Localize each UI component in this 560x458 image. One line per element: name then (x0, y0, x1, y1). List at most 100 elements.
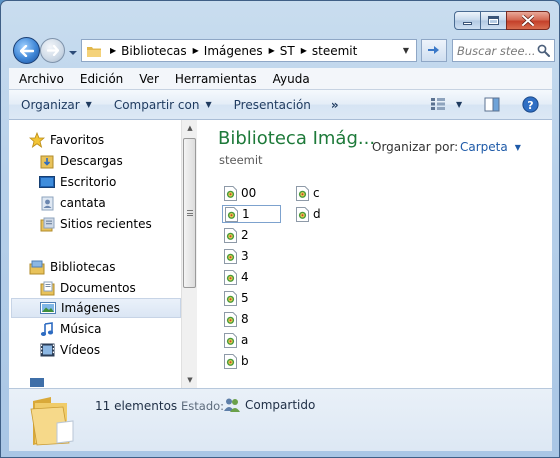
image-file-icon (224, 290, 237, 306)
image-file-icon (225, 206, 238, 222)
content-area: Favoritos Descargas Escritorio cantata S… (9, 120, 552, 388)
more-commands-button[interactable]: » (331, 98, 339, 112)
star-icon (29, 132, 45, 148)
close-button[interactable] (506, 11, 550, 30)
grip-icon (186, 210, 193, 216)
arrange-by-label: Organizar por: (372, 140, 459, 154)
file-item[interactable]: 2 (224, 226, 249, 244)
scroll-thumb[interactable] (183, 138, 196, 288)
sidebar-item-label: Descargas (60, 154, 123, 168)
navigation-pane: Favoritos Descargas Escritorio cantata S… (9, 120, 197, 388)
breadcrumb-imagenes[interactable]: Imágenes (204, 40, 263, 61)
menu-bar: Archivo Edición Ver Herramientas Ayuda (9, 68, 552, 90)
downloads-folder-icon (39, 153, 55, 169)
sidebar-item-favoritos[interactable]: Favoritos (29, 130, 201, 150)
file-item[interactable]: d (296, 205, 321, 223)
sidebar-item-label: Vídeos (60, 343, 101, 357)
file-item[interactable]: 1 (222, 205, 281, 223)
breadcrumb-st[interactable]: ST (280, 40, 295, 61)
recent-pages-button[interactable] (68, 46, 78, 56)
sidebar-item-partial[interactable] (29, 378, 201, 388)
change-view-button[interactable]: ▼ (430, 97, 462, 111)
scroll-down-arrow-icon[interactable]: ▼ (182, 372, 198, 388)
item-count: 11 elementos (95, 399, 178, 413)
breadcrumb-separator-icon: ▶ (110, 46, 117, 55)
chevron-down-icon: ▼ (456, 99, 463, 109)
file-item[interactable]: a (224, 331, 248, 349)
file-item[interactable]: 4 (224, 268, 249, 286)
file-item[interactable]: c (296, 184, 320, 202)
recent-places-icon (39, 216, 55, 232)
back-arrow-icon (19, 44, 34, 57)
documents-icon (39, 280, 55, 296)
file-name: 1 (242, 207, 250, 221)
svg-text:?: ? (527, 99, 533, 112)
search-input[interactable]: Buscar stee... (457, 44, 536, 58)
refresh-button[interactable] (421, 39, 447, 62)
menu-archivo[interactable]: Archivo (13, 72, 70, 86)
back-button[interactable] (13, 37, 40, 64)
scroll-up-arrow-icon[interactable]: ▲ (182, 120, 198, 136)
desktop-icon (39, 174, 55, 190)
file-list-pane: Biblioteca Imág... steemit Organizar por… (198, 120, 552, 388)
user-folder-icon (39, 195, 55, 211)
explorer-window: ▶ Bibliotecas ▶ Imágenes ▶ ST ▶ steemit … (0, 0, 560, 458)
maximize-icon (488, 16, 499, 25)
share-with-button[interactable]: Compartir con ▼ (114, 98, 212, 112)
arrange-by-dropdown[interactable]: Carpeta ▼ (460, 140, 521, 154)
maximize-button[interactable] (480, 11, 506, 30)
navigation-bar: ▶ Bibliotecas ▶ Imágenes ▶ ST ▶ steemit … (9, 37, 555, 65)
sidebar-item-imagenes[interactable]: Imágenes (11, 298, 181, 318)
music-icon (39, 321, 55, 337)
image-file-icon (224, 311, 237, 327)
close-icon (522, 15, 534, 26)
slideshow-button[interactable]: Presentación (234, 98, 311, 112)
image-file-icon (224, 353, 237, 369)
forward-button[interactable] (40, 38, 65, 63)
minimize-button[interactable] (454, 11, 480, 30)
search-box[interactable]: Buscar stee... (452, 39, 555, 62)
organize-button[interactable]: Organizar ▼ (21, 98, 92, 112)
file-name: c (313, 186, 320, 200)
sidebar-item-label: Sitios recientes (60, 217, 152, 231)
breadcrumb-separator-icon[interactable]: ▶ (193, 46, 199, 55)
state-value: Compartido (223, 397, 315, 413)
image-file-icon (224, 269, 237, 285)
file-item[interactable]: b (224, 352, 249, 370)
file-name: 3 (241, 249, 249, 263)
address-bar[interactable]: ▶ Bibliotecas ▶ Imágenes ▶ ST ▶ steemit … (81, 39, 417, 62)
image-file-icon (224, 248, 237, 264)
library-title: Biblioteca Imág... (218, 128, 376, 149)
chevron-down-icon: ▼ (402, 46, 410, 55)
minimize-icon (463, 22, 472, 25)
computer-icon (29, 378, 45, 388)
sidebar-item-bibliotecas[interactable]: Bibliotecas (29, 257, 201, 277)
breadcrumb-bibliotecas[interactable]: Bibliotecas (121, 40, 186, 61)
file-item[interactable]: 5 (224, 289, 249, 307)
breadcrumb-separator-icon[interactable]: ▶ (269, 46, 275, 55)
file-item[interactable]: 8 (224, 310, 249, 328)
breadcrumb-steemit[interactable]: steemit (312, 40, 357, 61)
sidebar-scrollbar[interactable]: ▲ ▼ (181, 120, 197, 388)
file-name: 5 (241, 291, 249, 305)
search-icon[interactable] (537, 44, 550, 57)
menu-ver[interactable]: Ver (133, 72, 165, 86)
breadcrumb-separator-icon[interactable]: ▶ (301, 46, 307, 55)
file-name: a (241, 333, 249, 347)
help-button[interactable]: ? (522, 96, 539, 116)
menu-edicion[interactable]: Edición (74, 72, 129, 86)
command-bar: Organizar ▼ Compartir con ▼ Presentación… (9, 90, 552, 120)
image-file-icon (296, 185, 309, 201)
file-name: b (241, 354, 249, 368)
sidebar-item-label: cantata (60, 196, 106, 210)
preview-pane-button[interactable] (484, 97, 500, 115)
menu-ayuda[interactable]: Ayuda (267, 72, 316, 86)
file-item[interactable]: 3 (224, 247, 249, 265)
arrange-by-value: Carpeta (460, 140, 508, 154)
file-item[interactable]: 00 (224, 184, 256, 202)
refresh-icon (428, 45, 439, 54)
menu-herramientas[interactable]: Herramientas (169, 72, 263, 86)
address-dropdown-button[interactable]: ▼ (396, 40, 416, 61)
forward-arrow-icon (46, 45, 59, 56)
file-name: 8 (241, 312, 249, 326)
